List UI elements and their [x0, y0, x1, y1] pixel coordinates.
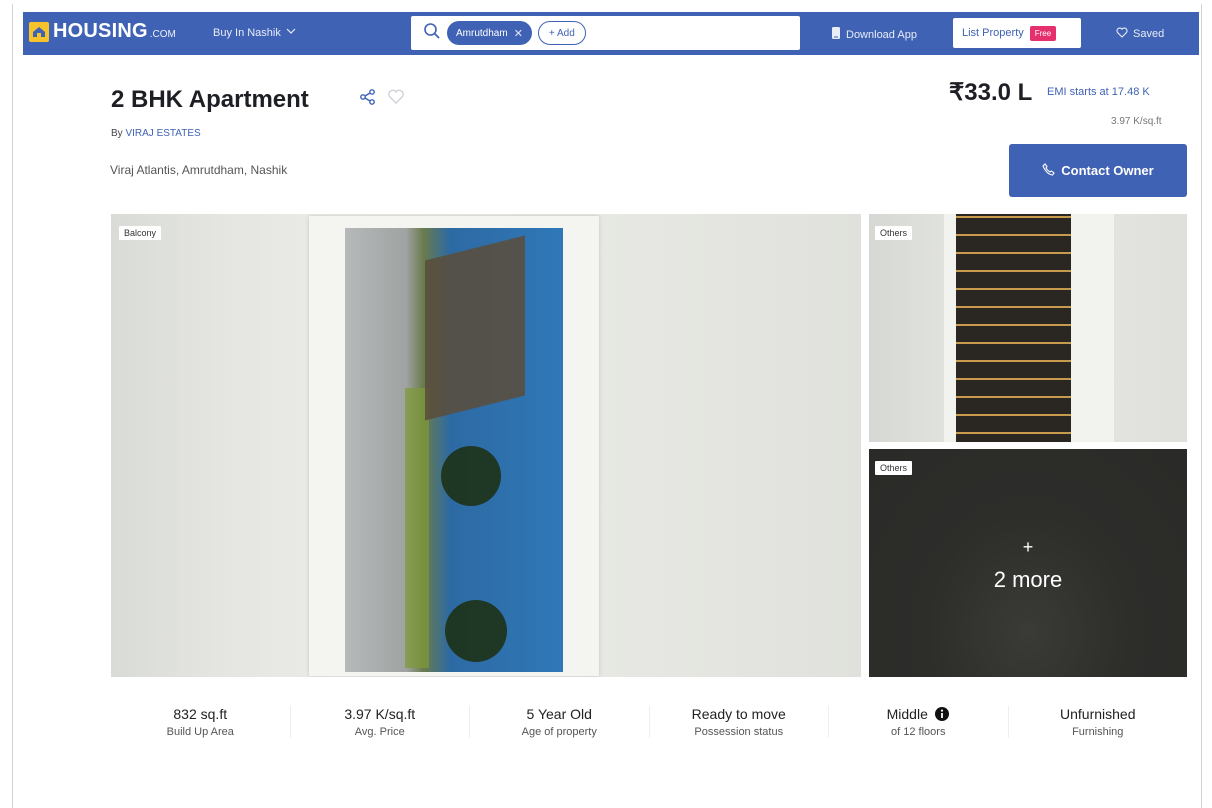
- stat-label: of 12 floors: [891, 726, 946, 738]
- logo-suffix: .COM: [149, 29, 176, 40]
- building-image: [956, 214, 1071, 442]
- add-locality-button[interactable]: + Add: [537, 21, 586, 45]
- stat-value: 832 sq.ft: [173, 706, 228, 722]
- saved-label: Saved: [1133, 28, 1165, 40]
- stat-build-up-area: 832 sq.ft Build Up Area: [111, 706, 291, 738]
- top-navigation-bar: HOUSING .COM Buy In Nashik Amrutdham ✕ +…: [23, 12, 1199, 55]
- stat-possession: Ready to move Possession status: [650, 706, 829, 738]
- list-property-label: List Property: [962, 27, 1024, 39]
- info-icon[interactable]: [934, 706, 950, 722]
- stat-avg-price: 3.97 K/sq.ft Avg. Price: [291, 706, 470, 738]
- contact-owner-button[interactable]: Contact Owner: [1009, 144, 1187, 197]
- search-chip-label: Amrutdham: [456, 27, 508, 39]
- photo-print: [944, 214, 1114, 442]
- more-photos-count: 2 more: [993, 567, 1063, 592]
- share-icon[interactable]: [359, 88, 377, 106]
- stat-floor: Middle of 12 floors: [829, 706, 1009, 738]
- listing-price: ₹33.0 L: [949, 79, 1033, 106]
- contact-owner-label: Contact Owner: [1061, 163, 1154, 178]
- download-app-link[interactable]: Download App: [831, 27, 917, 42]
- stat-value: Unfurnished: [1060, 706, 1136, 722]
- city-selector[interactable]: Buy In Nashik: [213, 26, 296, 39]
- property-stats: 832 sq.ft Build Up Area 3.97 K/sq.ft Avg…: [111, 706, 1187, 738]
- by-prefix: By: [111, 128, 123, 139]
- download-app-label: Download App: [846, 28, 917, 41]
- stat-value: Ready to move: [691, 706, 786, 722]
- side-gallery-photo-top[interactable]: Others: [869, 214, 1187, 442]
- search-chip-locality[interactable]: Amrutdham ✕: [447, 21, 532, 45]
- emi-info[interactable]: EMI starts at 17.48 K: [1047, 86, 1150, 98]
- stat-value: Middle: [886, 706, 928, 722]
- heart-icon: [1116, 27, 1128, 41]
- stat-value: 5 Year Old: [526, 706, 592, 722]
- listing-address: Viraj Atlantis, Amrutdham, Nashik: [110, 163, 288, 177]
- developer-line: By VIRAJ ESTATES: [111, 128, 201, 139]
- property-exterior-image: [345, 228, 563, 672]
- stat-furnishing: Unfurnished Furnishing: [1009, 706, 1188, 738]
- city-selector-label: Buy In Nashik: [213, 26, 281, 39]
- close-icon[interactable]: ✕: [514, 27, 523, 40]
- search-icon: [423, 22, 441, 45]
- stat-label: Possession status: [694, 726, 784, 738]
- stat-label: Furnishing: [1072, 726, 1124, 738]
- stat-label: Avg. Price: [354, 726, 405, 738]
- stat-value-row: Middle: [829, 706, 1008, 722]
- photo-category-tag: Others: [875, 461, 913, 475]
- phone-icon: [1042, 162, 1056, 179]
- chevron-down-icon: [286, 26, 296, 39]
- price-per-sqft: 3.97 K/sq.ft: [1111, 116, 1162, 127]
- free-badge: Free: [1029, 25, 1057, 41]
- more-photos-plus: +: [1022, 537, 1034, 557]
- housing-logo[interactable]: HOUSING .COM: [29, 20, 176, 43]
- stat-label: Age of property: [521, 726, 597, 738]
- photo-category-tag: Others: [875, 226, 913, 240]
- search-bar[interactable]: Amrutdham ✕ + Add: [411, 16, 800, 50]
- stat-age: 5 Year Old Age of property: [470, 706, 650, 738]
- download-icon: [831, 27, 841, 42]
- stat-value: 3.97 K/sq.ft: [344, 706, 416, 722]
- photo-category-tag: Balcony: [119, 226, 162, 240]
- heart-icon[interactable]: [387, 88, 405, 106]
- saved-link[interactable]: Saved: [1116, 27, 1164, 41]
- stat-label: Build Up Area: [166, 726, 234, 738]
- main-gallery-photo[interactable]: Balcony: [111, 214, 861, 677]
- logo-text: HOUSING: [53, 20, 148, 42]
- house-logo-icon: [29, 21, 49, 42]
- page-frame: HOUSING .COM Buy In Nashik Amrutdham ✕ +…: [12, 4, 1202, 808]
- listing-title: 2 BHK Apartment: [111, 86, 309, 113]
- developer-link[interactable]: VIRAJ ESTATES: [125, 128, 200, 139]
- list-property-button[interactable]: List Property Free: [953, 18, 1081, 48]
- side-gallery-photo-more[interactable]: Others + 2 more: [869, 449, 1187, 677]
- photo-print: [309, 216, 599, 676]
